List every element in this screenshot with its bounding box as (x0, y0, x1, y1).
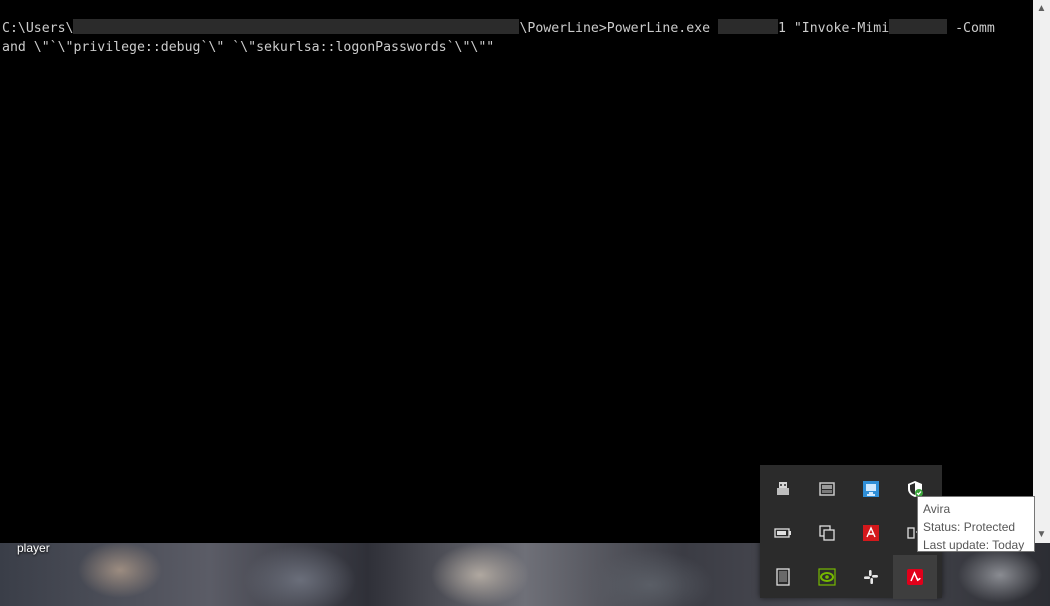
usb-drive-icon[interactable] (761, 467, 805, 511)
tablet-icon[interactable] (761, 555, 805, 599)
adobe-icon[interactable] (849, 511, 893, 555)
console-output: C:\Users\ \PowerLine>PowerLine.exe 1 "Inv… (2, 19, 995, 57)
console-arg-tail: 1 "Invoke-Mimi (777, 21, 890, 36)
console-window[interactable]: C:\Users\ \PowerLine>PowerLine.exe 1 "Inv… (0, 0, 1033, 543)
tooltip-status: Status: Protected (923, 520, 1016, 534)
console-path-suffix: \PowerLine>PowerLine.exe (519, 21, 711, 36)
console-scrollbar[interactable]: ▲ ▼ (1033, 0, 1050, 543)
avira-icon[interactable] (893, 555, 937, 599)
redacted-username (73, 19, 520, 34)
network-app-icon[interactable] (849, 467, 893, 511)
tooltip-update: Last update: Today (923, 538, 1025, 552)
avira-tooltip: Avira Status: Protected Last update: Tod… (917, 496, 1035, 552)
tray-overflow-flyout (760, 465, 942, 599)
scroll-up-arrow-icon[interactable]: ▲ (1033, 0, 1050, 17)
console-line2: and \"`\"privilege::debug`\" `\"sekurlsa… (2, 40, 495, 55)
scroll-down-arrow-icon[interactable]: ▼ (1033, 526, 1050, 543)
removable-device-icon[interactable] (805, 467, 849, 511)
battery-icon[interactable] (761, 511, 805, 555)
console-line1-tail: -Comm (955, 21, 995, 36)
nvidia-icon[interactable] (805, 555, 849, 599)
redacted-arg (717, 19, 778, 34)
slack-icon[interactable] (849, 555, 893, 599)
desktop-icon-label[interactable]: player (17, 541, 50, 555)
redacted-script-name (889, 19, 948, 34)
copy-windows-icon[interactable] (805, 511, 849, 555)
tooltip-title: Avira (923, 502, 951, 516)
console-path-prefix: C:\Users\ (2, 21, 74, 36)
